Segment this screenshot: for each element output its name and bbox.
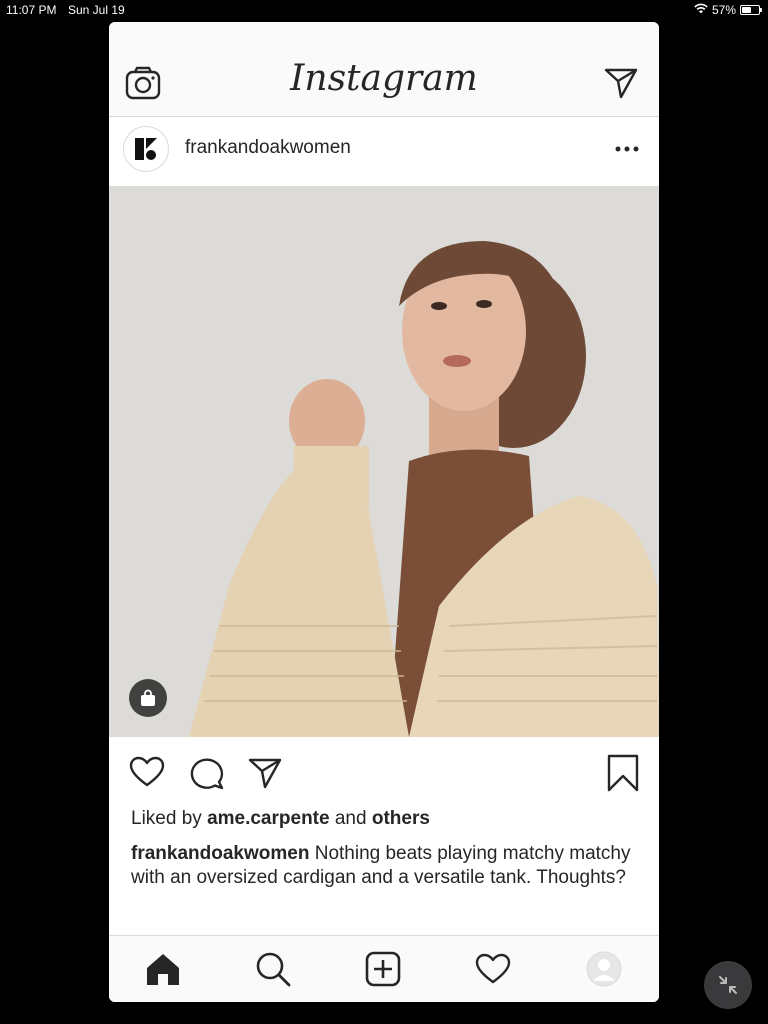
add-post-icon[interactable] — [364, 950, 402, 988]
bottom-tab-bar — [109, 935, 659, 1002]
status-date: Sun Jul 19 — [68, 3, 125, 17]
liked-by-prefix: Liked by — [131, 808, 202, 829]
liked-by-and: and — [334, 808, 367, 829]
post-caption: frankandoakwomen Nothing beats playing m… — [131, 842, 631, 890]
top-navigation-bar: Instagram — [109, 22, 659, 117]
shopping-bag-icon[interactable] — [129, 679, 167, 717]
status-right: 57% — [694, 3, 762, 17]
app-window: Instagram frankandoakwomen Liked by ame.… — [109, 22, 659, 1002]
account-avatar[interactable] — [123, 126, 169, 172]
post-actions — [109, 750, 659, 800]
status-time: 11:07 PM — [6, 3, 57, 17]
activity-heart-icon[interactable] — [474, 950, 512, 988]
more-options-icon[interactable] — [615, 139, 639, 157]
caption-username[interactable]: frankandoakwomen — [131, 843, 309, 864]
post-header: frankandoakwomen — [109, 117, 659, 185]
collapse-icon[interactable] — [704, 961, 752, 1009]
comment-icon[interactable] — [189, 756, 225, 795]
battery-percent: 57% — [711, 3, 736, 17]
battery-icon — [740, 5, 762, 15]
battery-fill — [742, 7, 751, 13]
direct-message-icon[interactable] — [603, 66, 639, 105]
search-icon[interactable] — [254, 950, 292, 988]
status-bar: 11:07 PM Sun Jul 19 57% — [0, 0, 768, 20]
bookmark-icon[interactable] — [607, 754, 639, 797]
likes-summary: Liked by ame.carpente and others — [131, 808, 430, 830]
liked-by-others[interactable]: others — [372, 808, 430, 829]
instagram-logo: Instagram — [290, 58, 478, 99]
liked-by-user[interactable]: ame.carpente — [207, 808, 330, 829]
post-image[interactable] — [109, 186, 659, 737]
frank-and-oak-logo-icon — [135, 138, 157, 160]
home-icon[interactable] — [144, 950, 182, 988]
heart-icon[interactable] — [129, 756, 165, 793]
profile-avatar-icon[interactable] — [585, 950, 623, 988]
wifi-icon — [694, 3, 708, 17]
post-photo-illustration — [109, 186, 659, 737]
share-icon[interactable] — [247, 756, 283, 795]
post-username[interactable]: frankandoakwomen — [185, 137, 351, 159]
